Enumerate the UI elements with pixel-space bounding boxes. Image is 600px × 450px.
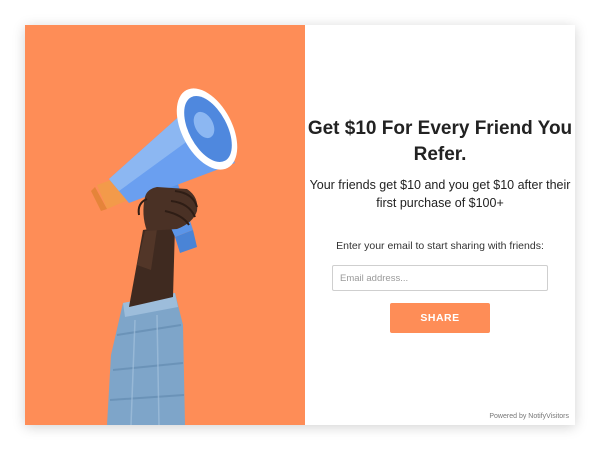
share-button[interactable]: SHARE [390,303,490,333]
denim-sleeve [107,293,185,425]
content-panel: Get $10 For Every Friend You Refer. Your… [305,25,575,425]
arm [129,225,175,307]
email-field[interactable] [332,265,548,291]
powered-by-label: Powered by NotifyVisitors [489,413,569,420]
subtext: Your friends get $10 and you get $10 aft… [309,178,571,210]
headline: Get $10 For Every Friend You Refer. [307,118,573,165]
email-prompt-label: Enter your email to start sharing with f… [336,240,544,252]
hand-megaphone-illustration [91,88,238,425]
hand [137,187,198,231]
referral-popup: Get $10 For Every Friend You Refer. Your… [25,25,575,425]
hero-image-panel [25,25,305,425]
